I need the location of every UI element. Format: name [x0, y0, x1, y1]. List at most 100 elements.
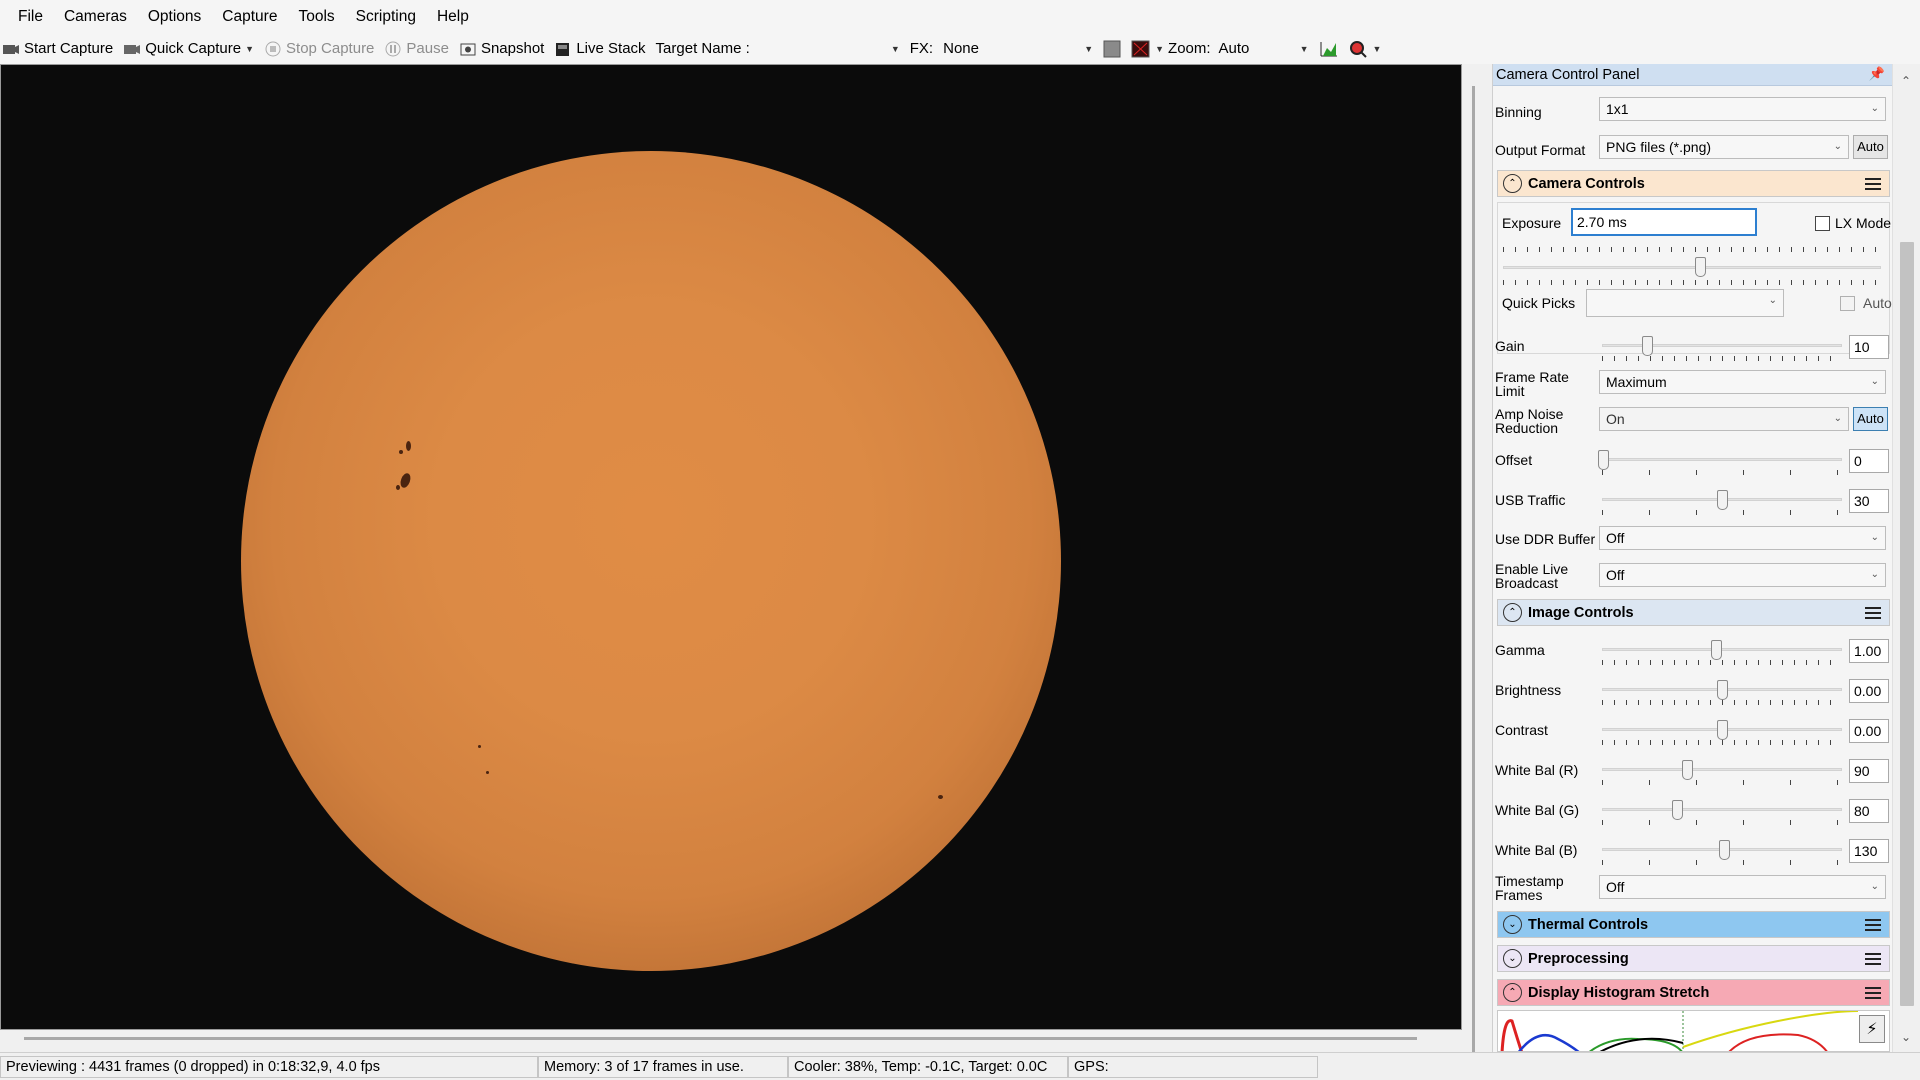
contrast-slider[interactable] [1602, 720, 1842, 745]
stop-capture-button[interactable]: Stop Capture [264, 40, 374, 57]
timestamp-frames-select[interactable]: Off ⌄ [1599, 875, 1886, 899]
menu-tools[interactable]: Tools [290, 8, 347, 26]
chevron-down-icon[interactable]: ▼ [245, 44, 254, 54]
slider-knob[interactable] [1717, 680, 1728, 700]
chevron-up-icon[interactable]: ⌃ [1503, 983, 1522, 1002]
sunspot [938, 795, 943, 799]
histogram-display[interactable]: ⚡ [1497, 1010, 1890, 1052]
auto-stretch-bolt-icon[interactable]: ⚡ [1859, 1015, 1885, 1043]
status-cooler: Cooler: 38%, Temp: -0.1C, Target: 0.0C [788, 1056, 1068, 1078]
menu-scripting[interactable]: Scripting [348, 8, 429, 26]
amp-noise-select[interactable]: On ⌄ [1599, 407, 1849, 431]
gray-color-button[interactable] [1103, 40, 1121, 58]
frame-rate-select[interactable]: Maximum ⌄ [1599, 370, 1886, 394]
hamburger-menu-icon[interactable] [1865, 175, 1881, 193]
slider-ticks [1602, 470, 1842, 475]
binning-select[interactable]: 1x1 ⌄ [1599, 97, 1886, 121]
white-bal-b-slider[interactable] [1602, 840, 1842, 865]
slider-knob[interactable] [1672, 800, 1683, 820]
slider-knob[interactable] [1695, 257, 1706, 277]
contrast-value[interactable]: 0.00 [1849, 719, 1889, 743]
slider-knob[interactable] [1682, 760, 1693, 780]
gain-value[interactable]: 10 [1849, 335, 1889, 359]
quick-capture-button[interactable]: Quick Capture ▼ [123, 40, 254, 57]
histogram-icon[interactable] [1319, 40, 1339, 58]
camera-controls-header[interactable]: ⌃ Camera Controls [1497, 170, 1890, 197]
slider-knob[interactable] [1717, 490, 1728, 510]
scrollbar-thumb[interactable] [1900, 242, 1914, 1006]
target-name-combo[interactable]: ▼ [750, 37, 900, 61]
hamburger-menu-icon[interactable] [1865, 984, 1881, 1002]
exposure-input[interactable] [1571, 208, 1757, 236]
slider-knob[interactable] [1711, 640, 1722, 660]
usb-traffic-value[interactable]: 30 [1849, 489, 1889, 513]
brightness-value[interactable]: 0.00 [1849, 679, 1889, 703]
gamma-slider[interactable] [1602, 640, 1842, 665]
preview-horizontal-scrollbar[interactable] [0, 1030, 1462, 1052]
menu-cameras[interactable]: Cameras [56, 8, 140, 26]
live-broadcast-select[interactable]: Off ⌄ [1599, 563, 1886, 587]
usb-traffic-slider[interactable] [1602, 490, 1842, 515]
gamma-value[interactable]: 1.00 [1849, 639, 1889, 663]
white-bal-g-slider[interactable] [1602, 800, 1842, 825]
pin-icon[interactable]: 📌 [1869, 66, 1885, 82]
fx-combo[interactable]: None ▼ [943, 37, 1093, 61]
chevron-down-icon[interactable]: ⌄ [1503, 915, 1522, 934]
display-histogram-stretch-header[interactable]: ⌃ Display Histogram Stretch [1497, 979, 1890, 1006]
zoom-group: Zoom: Auto ▼ [1168, 37, 1309, 61]
menu-bar: File Cameras Options Capture Tools Scrip… [0, 0, 1920, 33]
color-picker-button[interactable]: ▼ [1131, 40, 1164, 58]
quick-picks-select[interactable]: ⌄ [1586, 289, 1784, 317]
offset-slider[interactable] [1598, 450, 1842, 475]
ddr-buffer-select[interactable]: Off ⌄ [1599, 526, 1886, 550]
offset-value[interactable]: 0 [1849, 449, 1889, 473]
menu-help[interactable]: Help [429, 8, 482, 26]
quick-picks-auto-checkbox[interactable] [1840, 296, 1855, 311]
pause-button[interactable]: Pause [384, 40, 449, 57]
slider-ticks [1602, 860, 1842, 865]
image-controls-title: Image Controls [1528, 604, 1634, 621]
chevron-down-icon[interactable]: ⌄ [1503, 949, 1522, 968]
scroll-up-arrow-icon[interactable]: ⌃ [1901, 74, 1911, 88]
stop-icon [264, 41, 282, 57]
menu-file[interactable]: File [10, 8, 56, 26]
snapshot-button[interactable]: Snapshot [459, 40, 544, 57]
hamburger-menu-icon[interactable] [1865, 604, 1881, 622]
thermal-controls-header[interactable]: ⌄ Thermal Controls [1497, 911, 1890, 938]
hamburger-menu-icon[interactable] [1865, 916, 1881, 934]
zoom-tool-icon[interactable]: ▼ [1349, 40, 1381, 58]
output-format-auto-button[interactable]: Auto [1853, 135, 1888, 159]
brightness-slider[interactable] [1602, 680, 1842, 705]
output-format-select[interactable]: PNG files (*.png) ⌄ [1599, 135, 1849, 159]
slider-ticks [1602, 356, 1842, 361]
white-bal-b-value[interactable]: 130 [1849, 839, 1889, 863]
preview-vertical-scrollbar[interactable] [1462, 64, 1492, 1054]
exposure-slider[interactable] [1503, 244, 1881, 288]
amp-noise-auto-button[interactable]: Auto [1853, 407, 1888, 431]
live-broadcast-label: Enable Live Broadcast [1495, 561, 1569, 591]
white-bal-r-slider[interactable] [1602, 760, 1842, 785]
chevron-up-icon[interactable]: ⌃ [1503, 603, 1522, 622]
slider-knob[interactable] [1717, 720, 1728, 740]
hamburger-menu-icon[interactable] [1865, 950, 1881, 968]
scroll-down-arrow-icon[interactable]: ⌄ [1901, 1030, 1911, 1044]
lx-mode-checkbox[interactable] [1815, 216, 1830, 231]
slider-knob[interactable] [1598, 450, 1609, 470]
slider-knob[interactable] [1719, 840, 1730, 860]
zoom-combo[interactable]: Auto ▼ [1219, 37, 1309, 61]
image-controls-header[interactable]: ⌃ Image Controls [1497, 599, 1890, 626]
panel-title: Camera Control Panel [1496, 67, 1640, 83]
menu-capture[interactable]: Capture [214, 8, 290, 26]
live-stack-button[interactable]: Live Stack [554, 40, 646, 57]
white-bal-r-value[interactable]: 90 [1849, 759, 1889, 783]
white-bal-g-value[interactable]: 80 [1849, 799, 1889, 823]
preprocessing-header[interactable]: ⌄ Preprocessing [1497, 945, 1890, 972]
start-capture-button[interactable]: Start Capture [2, 40, 113, 57]
menu-options[interactable]: Options [140, 8, 214, 26]
gain-slider[interactable] [1602, 336, 1842, 361]
chevron-up-icon[interactable]: ⌃ [1503, 174, 1522, 193]
panel-vertical-scrollbar[interactable]: ⌃ ⌄ [1892, 64, 1920, 1052]
slider-knob[interactable] [1642, 336, 1653, 356]
sunspot [399, 450, 403, 454]
preview-area[interactable] [0, 64, 1462, 1030]
